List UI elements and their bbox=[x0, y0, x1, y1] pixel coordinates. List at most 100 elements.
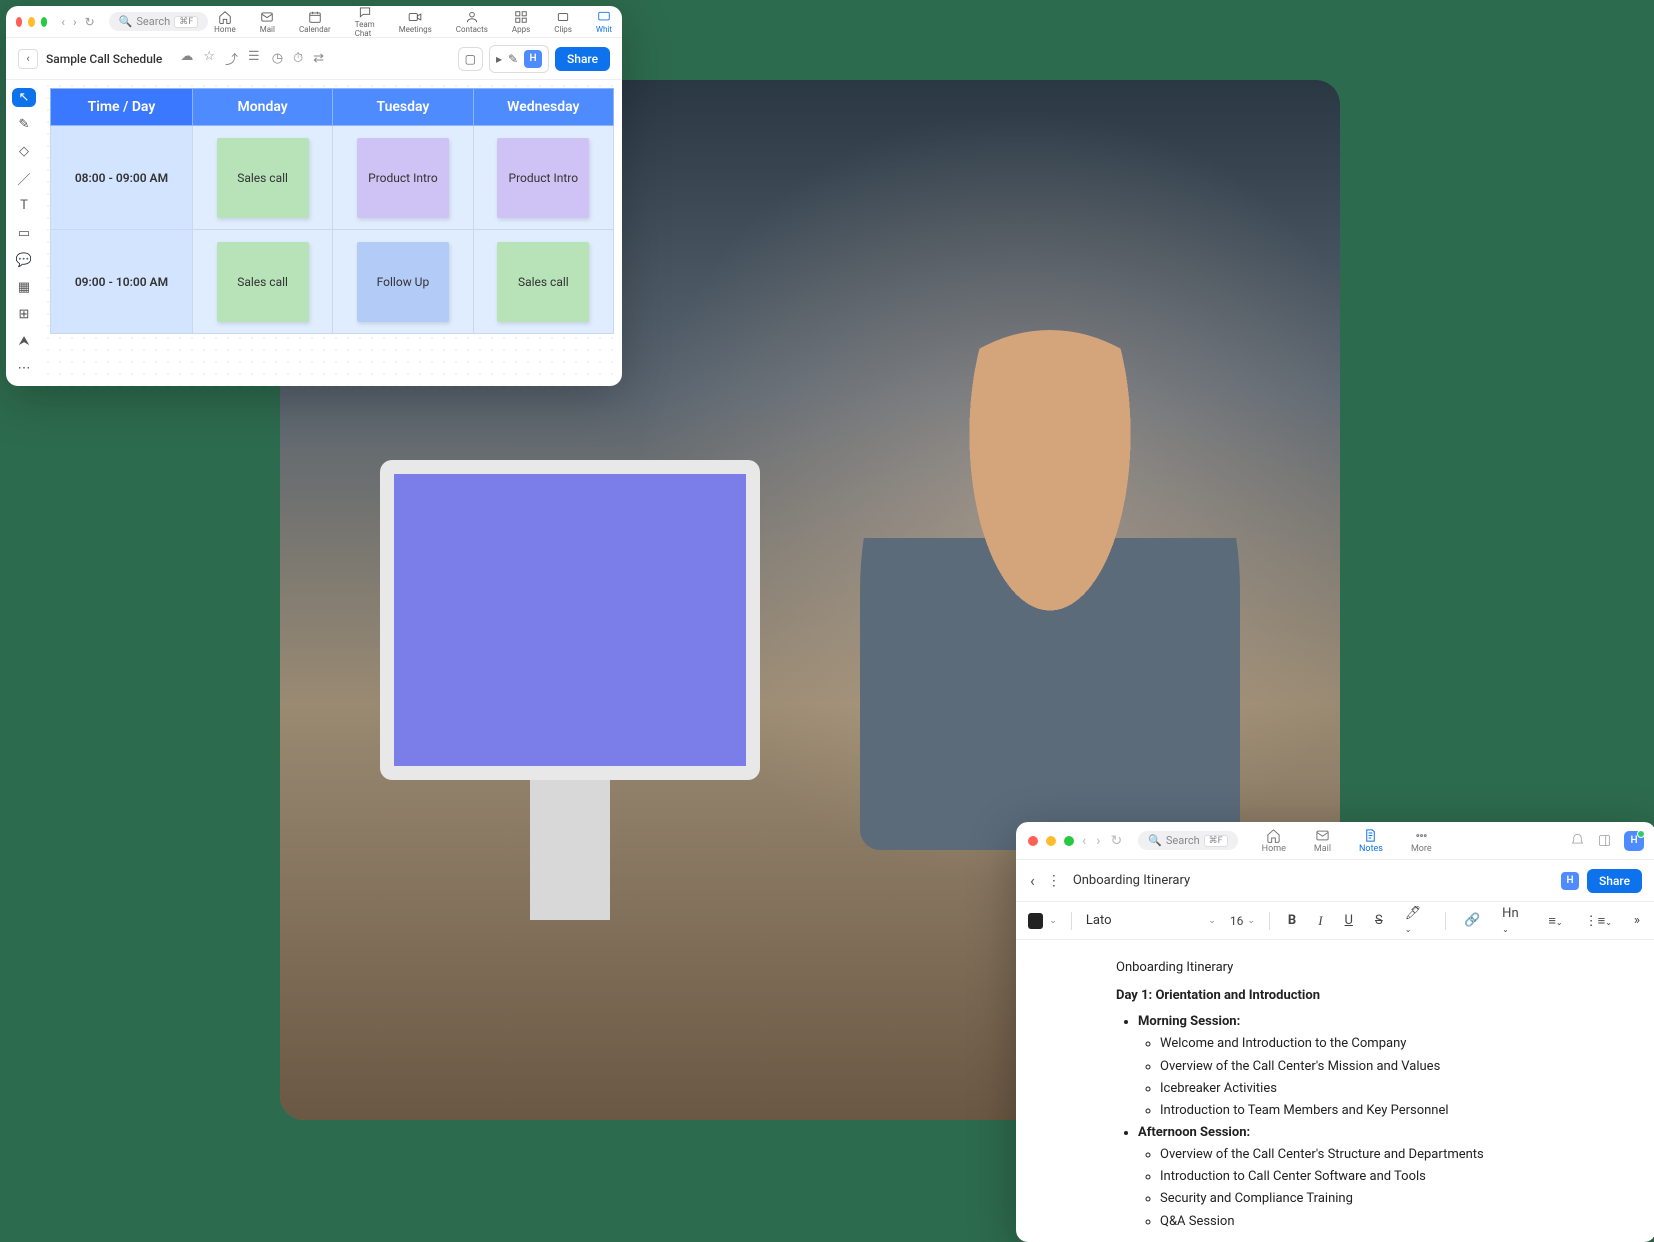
app-home[interactable]: Home bbox=[1262, 828, 1286, 854]
window-minimize-dot[interactable] bbox=[1046, 836, 1056, 846]
bell-icon[interactable] bbox=[1570, 833, 1585, 848]
back-button[interactable]: ‹ bbox=[1030, 871, 1035, 890]
underline-button[interactable]: U bbox=[1341, 911, 1357, 930]
window-close-dot[interactable] bbox=[16, 17, 22, 27]
comment-tool[interactable]: 💬 bbox=[12, 251, 36, 270]
heading-button[interactable]: Hn ⌄ bbox=[1498, 904, 1530, 938]
star-icon[interactable]: ☆ bbox=[203, 49, 215, 68]
overflow-button[interactable]: » bbox=[1630, 911, 1644, 930]
sticky-note[interactable]: Follow Up bbox=[357, 242, 449, 322]
window-maximize-dot[interactable] bbox=[41, 17, 47, 27]
search-icon: 🔍 bbox=[1148, 834, 1162, 847]
list-item: Overview of the Call Center's Mission an… bbox=[1160, 1057, 1556, 1077]
nav-refresh-icon[interactable]: ↻ bbox=[85, 15, 95, 29]
cloud-icon[interactable]: ☁ bbox=[180, 49, 193, 68]
nav-refresh-icon[interactable]: ↻ bbox=[1110, 833, 1122, 849]
notes-editor[interactable]: Onboarding Itinerary Day 1: Orientation … bbox=[1016, 940, 1654, 1242]
search-input[interactable]: 🔍 Search ⌘F bbox=[109, 12, 208, 31]
app-whiteboards[interactable]: Whit bbox=[596, 10, 612, 34]
list-icon[interactable]: ☰ bbox=[248, 49, 260, 68]
timer-icon[interactable]: ⏱ bbox=[293, 51, 303, 66]
time-cell: 09:00 - 10:00 AM bbox=[51, 230, 193, 334]
list-button[interactable]: ⋮≡⌄ bbox=[1581, 911, 1616, 931]
doc-action-icons-2: ◷ ⏱ ⇄ bbox=[272, 51, 324, 66]
search-shortcut: ⌘F bbox=[1204, 835, 1228, 847]
shuffle-icon[interactable]: ⇄ bbox=[313, 51, 324, 66]
text-color-picker[interactable] bbox=[1028, 913, 1043, 929]
present-icon[interactable]: ▢ bbox=[465, 52, 476, 66]
sticky-note[interactable]: Product Intro bbox=[357, 138, 449, 218]
italic-button[interactable]: I bbox=[1314, 911, 1326, 931]
strike-button[interactable]: S bbox=[1371, 911, 1387, 930]
photo-person bbox=[860, 330, 1240, 850]
video-icon[interactable]: ▸ bbox=[496, 52, 502, 66]
user-avatar[interactable]: H bbox=[524, 50, 542, 68]
back-button[interactable]: ‹ bbox=[18, 49, 38, 69]
frame-tool[interactable]: ▦ bbox=[12, 278, 36, 297]
window-minimize-dot[interactable] bbox=[28, 17, 34, 27]
user-avatar[interactable]: H bbox=[1561, 872, 1579, 890]
highlight-button[interactable]: 🖊⌄ bbox=[1401, 904, 1431, 938]
select-tool[interactable]: ↖ bbox=[12, 88, 36, 107]
day-heading: Day 1: Orientation and Introduction bbox=[1116, 986, 1556, 1006]
app-calendar[interactable]: Calendar bbox=[299, 10, 331, 34]
notes-window: ‹ › ↻ 🔍 Search ⌘F Home Mail Notes More H… bbox=[1016, 822, 1654, 1242]
th-day: Tuesday bbox=[333, 89, 473, 126]
app-mail[interactable]: Mail bbox=[1314, 828, 1331, 854]
app-home[interactable]: Home bbox=[214, 10, 236, 34]
nav-back-icon[interactable]: ‹ bbox=[61, 15, 65, 29]
sticky-tool[interactable]: ▭ bbox=[12, 223, 36, 242]
app-contacts[interactable]: Contacts bbox=[456, 10, 488, 34]
search-icon: 🔍 bbox=[119, 15, 133, 28]
table-row: 09:00 - 10:00 AM Sales call Follow Up Sa… bbox=[51, 230, 614, 334]
whiteboard-topbar: ‹ › ↻ 🔍 Search ⌘F Home Mail Calendar Tea… bbox=[6, 6, 622, 38]
list-item: Security and Compliance Training bbox=[1160, 1189, 1556, 1209]
window-maximize-dot[interactable] bbox=[1064, 836, 1074, 846]
more-icon[interactable]: ⋮ bbox=[1047, 873, 1061, 889]
app-apps[interactable]: Apps bbox=[512, 10, 530, 34]
search-shortcut: ⌘F bbox=[174, 16, 198, 28]
sticky-note[interactable]: Product Intro bbox=[497, 138, 589, 218]
nav-fwd-icon[interactable]: › bbox=[73, 15, 77, 29]
pen-tool[interactable]: ✎ bbox=[12, 115, 36, 134]
widget-tool[interactable]: ⊞ bbox=[12, 305, 36, 324]
th-time: Time / Day bbox=[51, 89, 193, 126]
nav-fwd-icon[interactable]: › bbox=[1096, 833, 1100, 849]
font-select[interactable]: Lato⌄ bbox=[1086, 913, 1216, 928]
app-team-chat[interactable]: Team Chat bbox=[355, 6, 375, 38]
export-icon[interactable]: ⤴ bbox=[225, 49, 238, 68]
shape-tool[interactable]: ◇ bbox=[12, 142, 36, 161]
session-label: Afternoon Session: bbox=[1138, 1123, 1556, 1143]
search-input[interactable]: 🔍 Search ⌘F bbox=[1138, 831, 1237, 850]
window-close-dot[interactable] bbox=[1028, 836, 1038, 846]
app-more[interactable]: More bbox=[1411, 828, 1432, 854]
more-tool[interactable]: ⋯ bbox=[12, 359, 36, 378]
share-button[interactable]: Share bbox=[555, 47, 610, 71]
sticky-note[interactable]: Sales call bbox=[217, 242, 309, 322]
search-placeholder: Search bbox=[1166, 834, 1200, 847]
link-button[interactable]: 🔗 bbox=[1460, 911, 1484, 930]
nav-back-icon[interactable]: ‹ bbox=[1082, 833, 1086, 849]
document-title: Sample Call Schedule bbox=[46, 52, 162, 66]
user-avatar[interactable]: H bbox=[1624, 831, 1644, 851]
sticky-note[interactable]: Sales call bbox=[217, 138, 309, 218]
list-item: Q&A Session bbox=[1160, 1212, 1556, 1232]
whiteboard-side-tools: ↖ ✎ ◇ ／ T ▭ 💬 ▦ ⊞ ⮝ ⋯ bbox=[6, 80, 42, 386]
align-button[interactable]: ≡⌄ bbox=[1544, 911, 1566, 931]
app-clips[interactable]: Clips bbox=[554, 10, 572, 34]
comment-icon[interactable]: ✎ bbox=[508, 52, 518, 66]
font-size-select[interactable]: 16⌄ bbox=[1230, 914, 1255, 928]
line-tool[interactable]: ／ bbox=[12, 169, 36, 188]
app-notes[interactable]: Notes bbox=[1359, 828, 1383, 854]
sticky-note[interactable]: Sales call bbox=[497, 242, 589, 322]
app-mail[interactable]: Mail bbox=[260, 10, 275, 34]
bold-button[interactable]: B bbox=[1284, 911, 1300, 930]
upload-tool[interactable]: ⮝ bbox=[12, 332, 36, 351]
notes-topbar: ‹ › ↻ 🔍 Search ⌘F Home Mail Notes More H bbox=[1016, 822, 1654, 860]
panel-icon[interactable] bbox=[1597, 833, 1612, 848]
app-meetings[interactable]: Meetings bbox=[399, 10, 432, 34]
share-button[interactable]: Share bbox=[1587, 869, 1642, 893]
whiteboard-canvas[interactable]: Time / Day Monday Tuesday Wednesday 08:0… bbox=[42, 80, 622, 386]
text-tool[interactable]: T bbox=[12, 196, 36, 215]
clock-icon[interactable]: ◷ bbox=[272, 51, 283, 66]
